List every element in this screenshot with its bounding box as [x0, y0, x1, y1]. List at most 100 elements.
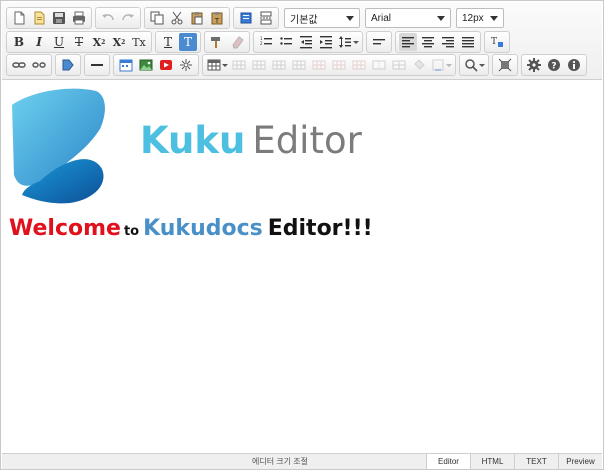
- file-group: [6, 7, 92, 29]
- numbered-list-icon[interactable]: 12: [257, 33, 275, 51]
- format-painter-group: [204, 31, 250, 53]
- hr-group: [84, 54, 110, 76]
- copy-icon[interactable]: [148, 9, 166, 27]
- info-icon[interactable]: [565, 56, 583, 74]
- text-style-group: B I U T X2 X2 Tx: [6, 31, 152, 53]
- toolbar: T 기본값 Arial 12px B I U T X2 X2 Tx T T 1 …: [2, 2, 602, 80]
- paste-text-icon[interactable]: T: [208, 9, 226, 27]
- clipboard-group: T: [144, 7, 230, 29]
- horizontal-line-icon[interactable]: [88, 56, 106, 74]
- format-select[interactable]: 기본값: [284, 8, 360, 28]
- calendar-icon[interactable]: [117, 56, 135, 74]
- special-character-icon[interactable]: [177, 56, 195, 74]
- superscript-label: X: [92, 35, 102, 49]
- paste-icon[interactable]: [188, 9, 206, 27]
- tab-preview[interactable]: Preview: [558, 454, 602, 469]
- save-icon[interactable]: [50, 9, 68, 27]
- tab-editor[interactable]: Editor: [426, 454, 470, 469]
- underline-label: U: [53, 35, 65, 49]
- bold-button[interactable]: B: [10, 33, 28, 51]
- table-delete-row-icon[interactable]: [310, 56, 328, 74]
- welcome-editor: Editor!!!: [267, 216, 373, 241]
- bullet-list-icon[interactable]: [277, 33, 295, 51]
- table-insert-row-below-icon[interactable]: [250, 56, 268, 74]
- misc-group: ?: [521, 54, 587, 76]
- welcome-word: Welcome: [9, 216, 121, 241]
- image-icon[interactable]: [137, 56, 155, 74]
- search-icon[interactable]: [463, 56, 485, 74]
- table-split-cells-icon[interactable]: [390, 56, 408, 74]
- editor-content-area[interactable]: Kuku Editor Welcome to Kukudocs Editor!!!: [2, 81, 602, 453]
- font-select-value: Arial: [371, 12, 392, 24]
- italic-button[interactable]: I: [30, 33, 48, 51]
- table-icon[interactable]: [206, 56, 228, 74]
- video-icon[interactable]: [157, 56, 175, 74]
- paragraph-group: [366, 31, 392, 53]
- resize-label: 에디터 크기 조절: [252, 457, 308, 466]
- page-break-icon[interactable]: [257, 9, 275, 27]
- tab-text[interactable]: TEXT: [514, 454, 558, 469]
- select-all-icon[interactable]: [237, 9, 255, 27]
- background-color-button[interactable]: T: [179, 33, 197, 51]
- table-cell-border-icon[interactable]: [430, 56, 452, 74]
- font-select[interactable]: Arial: [365, 8, 451, 28]
- eraser-icon[interactable]: [228, 33, 246, 51]
- bookmark-icon[interactable]: [59, 56, 77, 74]
- brand-wordmark: Kuku Editor: [140, 119, 362, 162]
- table-delete-column-icon[interactable]: [330, 56, 348, 74]
- indent-icon[interactable]: [317, 33, 335, 51]
- link-icon[interactable]: [10, 56, 28, 74]
- cut-icon[interactable]: [168, 9, 186, 27]
- superscript-button[interactable]: X2: [90, 33, 108, 51]
- subscript-button[interactable]: X2: [110, 33, 128, 51]
- table-merge-cells-icon[interactable]: [370, 56, 388, 74]
- text-color-button[interactable]: T: [159, 33, 177, 51]
- align-left-icon[interactable]: [399, 33, 417, 51]
- text-color-label: T: [163, 35, 172, 49]
- template-icon[interactable]: [30, 9, 48, 27]
- special-char-group: T: [484, 31, 510, 53]
- resize-handle[interactable]: 에디터 크기 조절: [252, 456, 308, 467]
- line-spacing-icon[interactable]: [337, 33, 359, 51]
- font-size-select-value: 12px: [462, 12, 484, 24]
- format-painter-icon[interactable]: [208, 33, 226, 51]
- chevron-down-icon: [445, 63, 452, 67]
- toolbar-row-1: T 기본값 Arial 12px: [6, 6, 507, 30]
- table-insert-column-left-icon[interactable]: [270, 56, 288, 74]
- link-group: [6, 54, 52, 76]
- paragraph-icon[interactable]: [370, 33, 388, 51]
- tab-html[interactable]: HTML: [470, 454, 514, 469]
- table-cell-fill-icon[interactable]: [410, 56, 428, 74]
- help-icon[interactable]: ?: [545, 56, 563, 74]
- bold-label: B: [13, 35, 25, 49]
- text-direction-icon[interactable]: T: [488, 33, 506, 51]
- mode-tabs: Editor HTML TEXT Preview: [426, 454, 602, 469]
- fullscreen-icon[interactable]: [496, 56, 514, 74]
- welcome-heading: Welcome to Kukudocs Editor!!!: [9, 216, 373, 241]
- chevron-down-icon: [346, 15, 354, 21]
- align-right-icon[interactable]: [439, 33, 457, 51]
- print-icon[interactable]: [70, 9, 88, 27]
- table-insert-row-above-icon[interactable]: [230, 56, 248, 74]
- align-center-icon[interactable]: [419, 33, 437, 51]
- strikethrough-button[interactable]: T: [70, 33, 88, 51]
- underline-button[interactable]: U: [50, 33, 68, 51]
- undo-icon[interactable]: [99, 9, 117, 27]
- strikethrough-label: T: [74, 35, 83, 49]
- redo-icon[interactable]: [119, 9, 137, 27]
- unlink-icon[interactable]: [30, 56, 48, 74]
- gear-icon[interactable]: [525, 56, 543, 74]
- subscript-label: X: [112, 35, 122, 49]
- outdent-icon[interactable]: [297, 33, 315, 51]
- toolbar-row-3: ?: [6, 53, 590, 77]
- new-document-icon[interactable]: [10, 9, 28, 27]
- welcome-kukudocs: Kukudocs: [143, 216, 263, 241]
- table-delete-icon[interactable]: [350, 56, 368, 74]
- brand-secondary: Editor: [252, 119, 362, 162]
- font-size-select[interactable]: 12px: [456, 8, 504, 28]
- table-insert-column-right-icon[interactable]: [290, 56, 308, 74]
- align-justify-icon[interactable]: [459, 33, 477, 51]
- clear-format-button[interactable]: Tx: [130, 33, 148, 51]
- list-group: 12: [253, 31, 363, 53]
- search-group: [459, 54, 489, 76]
